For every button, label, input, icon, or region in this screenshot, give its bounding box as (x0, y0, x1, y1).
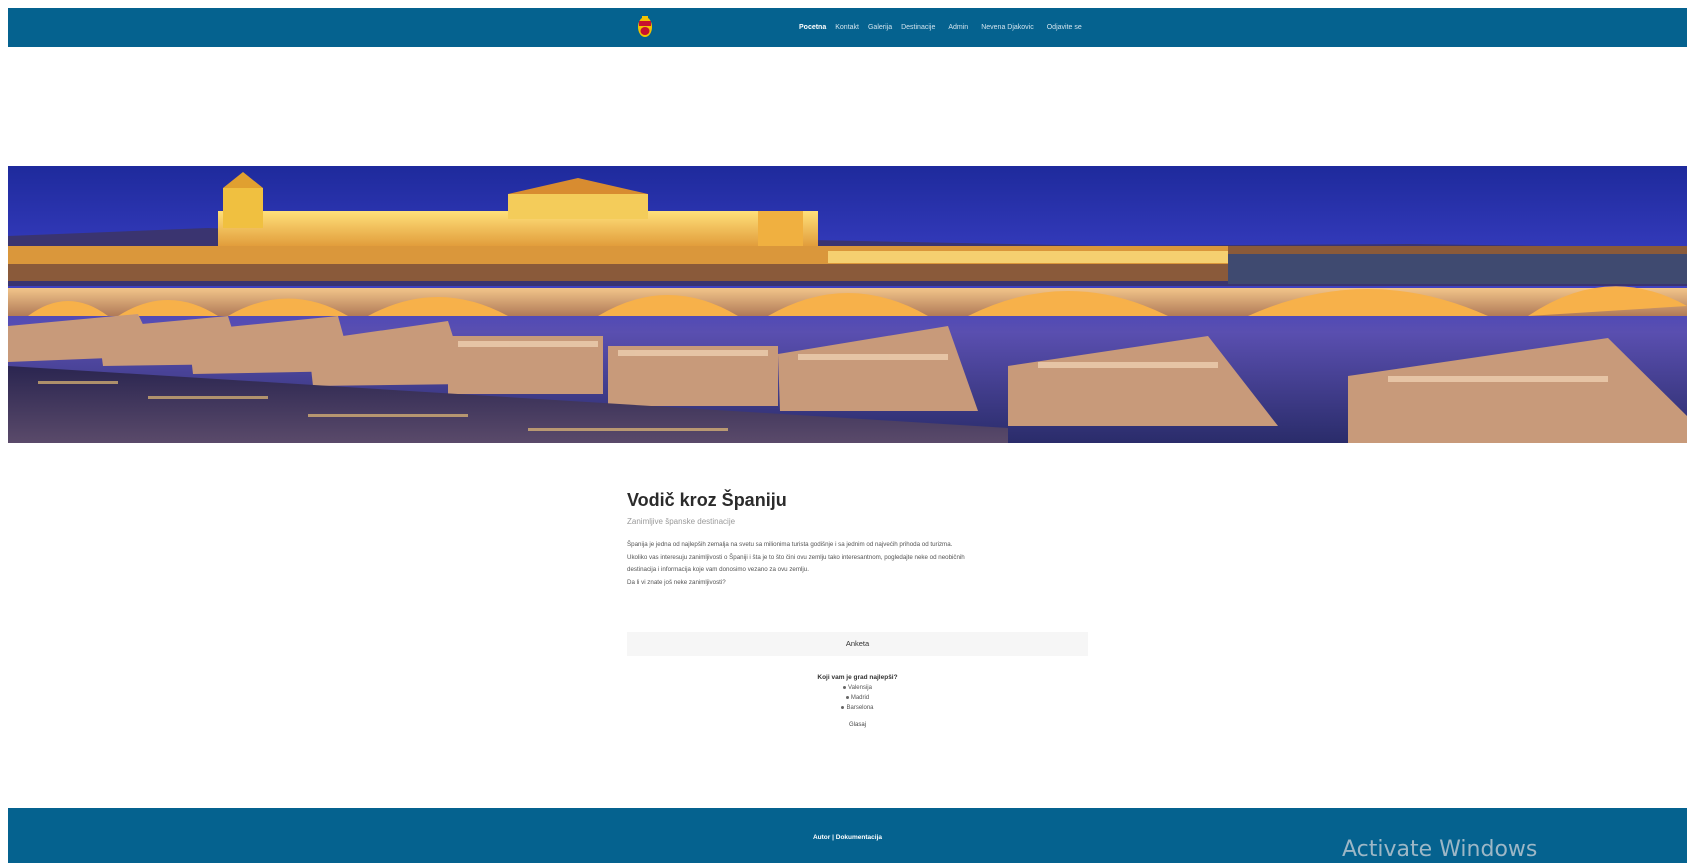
intro-section: Vodič kroz Španiju Zanimljive španske de… (627, 488, 1088, 589)
footer-author-link[interactable]: Autor (813, 834, 830, 841)
poll-form: Koji vam je grad najlepši? Valensija Mad… (627, 674, 1088, 728)
activate-windows-watermark: Activate Windows (1342, 837, 1538, 862)
nav-item-logout[interactable]: Odjavite se (1047, 24, 1082, 31)
nav-item-pocetna[interactable]: Pocetna (799, 24, 826, 31)
page-subtitle: Zanimljive španske destinacije (627, 517, 736, 526)
poll-option-label: Madrid (850, 695, 870, 701)
poll-option-label: Barselona (846, 705, 874, 711)
intro-line: destinacija i informacija koje vam donos… (627, 566, 809, 573)
radio-button[interactable] (841, 705, 845, 709)
vote-button[interactable]: Glasaj (627, 722, 1088, 728)
spain-coat-of-arms-logo[interactable] (637, 15, 653, 38)
intro-line: Da li vi znate još neke zanimljivosti? (627, 578, 726, 586)
nav-item-galerija[interactable]: Galerija (868, 24, 892, 31)
nav-item-kontakt[interactable]: Kontakt (835, 24, 859, 31)
footer-separator: | (832, 834, 834, 841)
poll-option-label: Valensija (848, 685, 872, 691)
poll-option-valensija[interactable]: Valensija (627, 685, 1088, 691)
intro-line: Španija je jedna od najlepših zemalja na… (627, 541, 953, 548)
nav-item-admin[interactable]: Admin (948, 24, 968, 31)
nav-menu: Pocetna Kontakt Galerija Destinacije Adm… (799, 8, 1082, 47)
hero-image (8, 166, 1687, 443)
poll-option-barselona[interactable]: Barselona (627, 705, 1088, 711)
radio-button[interactable] (843, 685, 847, 689)
intro-line: Ukoliko vas interesuju zanimljivosti o Š… (627, 553, 965, 561)
nav-item-user[interactable]: Nevena Djakovic (981, 24, 1034, 31)
intro-text: Španija je jedna od najlepših zemalja na… (627, 539, 1088, 589)
poll-header: Anketa (627, 632, 1088, 656)
poll-option-madrid[interactable]: Madrid (627, 695, 1088, 701)
nav-item-destinacije[interactable]: Destinacije (901, 24, 935, 31)
poll-question: Koji vam je grad najlepši? (817, 674, 898, 681)
radio-button[interactable] (845, 695, 849, 699)
footer-docs-link[interactable]: Dokumentacija (836, 834, 882, 841)
page-title: Vodič kroz Španiju (627, 490, 787, 510)
navbar: Pocetna Kontakt Galerija Destinacije Adm… (8, 8, 1687, 47)
